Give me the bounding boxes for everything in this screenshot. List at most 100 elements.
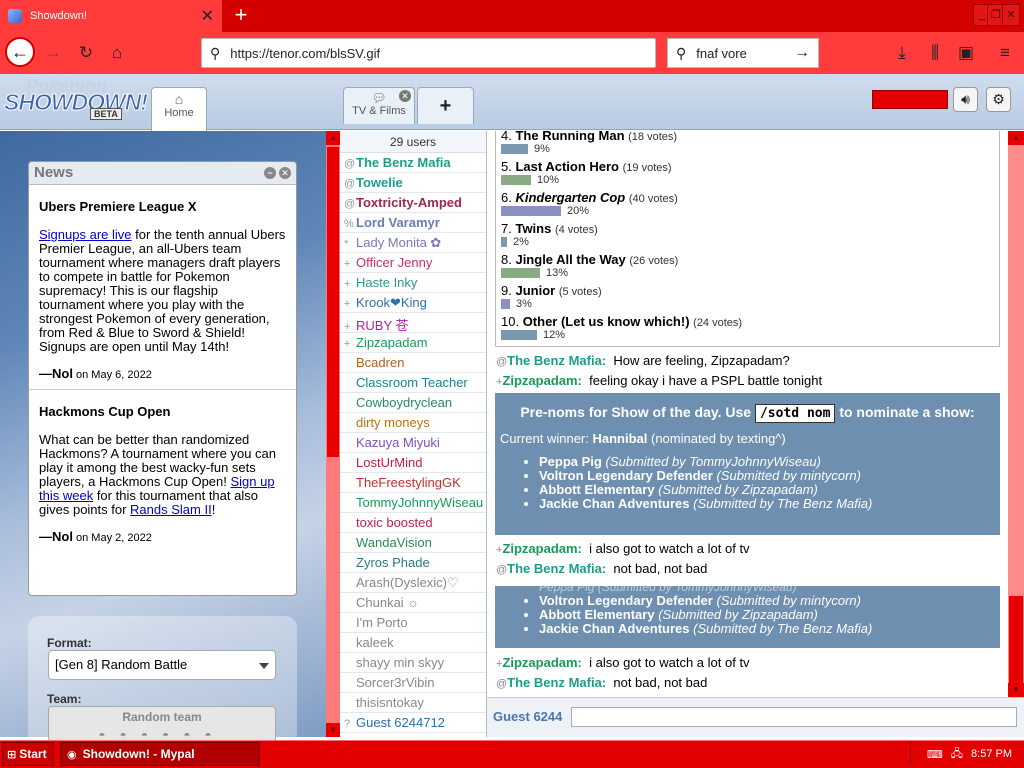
scroll-thumb[interactable] [327, 147, 339, 457]
user-list-item[interactable]: + Zipzapadam [340, 333, 486, 353]
tab-home[interactable]: ⌂ Home [151, 87, 207, 131]
sotd-title: Pre-noms for Show of the day. Use /sotd … [520, 404, 975, 423]
chat-username[interactable]: Zipzapadam: [502, 655, 581, 670]
close-room-icon[interactable]: ✕ [399, 90, 411, 102]
scroll-down-icon[interactable]: ▼ [1008, 683, 1024, 697]
chat-scrollbar[interactable]: ▲ ▼ [1008, 131, 1024, 697]
user-rank: + [344, 321, 351, 333]
user-list-item[interactable]: dirty moneys [340, 413, 486, 433]
forward-button[interactable]: → [42, 42, 64, 64]
user-list-item[interactable]: Sorcer3rVibin [340, 673, 486, 693]
rands-slam-link[interactable]: Rands Slam II [130, 502, 212, 517]
user-list-item[interactable]: * Lady Monita ✿ [340, 233, 486, 253]
format-select[interactable]: [Gen 8] Random Battle [48, 650, 276, 680]
userlist-scrollbar[interactable]: ▲ ▼ [326, 131, 340, 737]
user-list-item[interactable]: @The Benz Mafia [340, 153, 486, 173]
user-list-item[interactable]: % Lord Varamyr [340, 213, 486, 233]
user-list-item[interactable]: @Towelie [340, 173, 486, 193]
user-list-item[interactable]: Arash(Dyslexic)♡ [340, 573, 486, 593]
home-button[interactable]: ⌂ [106, 42, 128, 64]
browser-tab[interactable]: Showdown! ✕ [0, 0, 222, 32]
close-news-icon[interactable]: ✕ [279, 167, 291, 179]
user-list-item[interactable]: kaleek [340, 633, 486, 653]
poll-bar [501, 237, 507, 247]
tab-tv-films[interactable]: 💬︎ TV & Films ✕ [343, 87, 415, 124]
minimize-news-icon[interactable]: − [264, 167, 276, 179]
poll-percent: 12% [543, 329, 566, 341]
poll-option: 5. Last Action Hero (19 votes) [501, 159, 672, 174]
pokemon-showdown-logo[interactable]: Pokémon SHOWDOWN! BETA [3, 76, 149, 120]
new-tab-button[interactable]: + [230, 4, 252, 26]
poll-bar [501, 175, 531, 185]
go-arrow-icon[interactable]: → [794, 44, 810, 62]
search-bar[interactable]: ⚲ fnaf vore → [667, 38, 819, 68]
user-list-item[interactable]: Kazuya Miyuki [340, 433, 486, 453]
user-name: Cowboydryclean [356, 395, 453, 410]
menu-icon[interactable]: ≡ [994, 42, 1016, 64]
nomination-list: Voltron Legendary Defender (Submitted by… [539, 594, 1000, 636]
chat-username[interactable]: The Benz Mafia: [507, 353, 606, 368]
article-heading: Ubers Premiere League X [39, 199, 197, 214]
network-icon[interactable]: 🖧︎ [951, 745, 963, 764]
sound-button[interactable]: 🔊︎ [953, 87, 978, 112]
poll-percent: 2% [513, 236, 529, 248]
chat-message: @The Benz Mafia: not bad, not bad [496, 561, 708, 576]
close-tab-icon[interactable]: ✕ [201, 6, 214, 26]
scroll-up-icon[interactable]: ▲ [326, 131, 340, 145]
poll-percent: 20% [567, 205, 590, 217]
user-list-item[interactable]: LostUrMind [340, 453, 486, 473]
chat-username[interactable]: Zipzapadam: [502, 541, 581, 556]
scroll-down-icon[interactable]: ▼ [326, 723, 340, 737]
chat-username[interactable]: Zipzapadam: [502, 373, 581, 388]
chat-log: 4. The Running Man (18 votes) 9% 5. Last A… [487, 131, 1007, 697]
close-window-button[interactable]: ✕ [1002, 4, 1020, 26]
back-button[interactable]: ← [5, 37, 35, 67]
user-list-item[interactable]: + Officer Jenny [340, 253, 486, 273]
user-list-item[interactable]: TheFreestylingGK [340, 473, 486, 493]
poll-bar [501, 144, 528, 154]
scroll-thumb[interactable] [1009, 596, 1023, 684]
keyboard-icon[interactable]: ⌨ [927, 748, 943, 761]
reload-button[interactable]: ↻ [75, 42, 97, 64]
user-list-item[interactable]: thisisntokay [340, 693, 486, 713]
user-list-item[interactable]: + RUBY 苍 [340, 313, 486, 333]
user-list-item[interactable]: + Krook❤King [340, 293, 486, 313]
user-name: thisisntokay [356, 695, 424, 710]
user-list-item[interactable]: shayy min skyy [340, 653, 486, 673]
chat-username[interactable]: The Benz Mafia: [507, 561, 606, 576]
user-list-item[interactable]: Cowboydryclean [340, 393, 486, 413]
poll-option-title: Other (Let us know which!) [522, 314, 690, 329]
signup-link[interactable]: Signups are live [39, 227, 132, 242]
chat-input-row: Guest 6244 [487, 697, 1024, 737]
settings-button[interactable]: ⚙ [986, 87, 1011, 112]
user-list-item[interactable]: WandaVision [340, 533, 486, 553]
chat-input[interactable] [571, 707, 1017, 727]
poll-percent: 13% [546, 267, 569, 279]
user-list-item[interactable]: Chunkai ☼ [340, 593, 486, 613]
login-button[interactable] [872, 90, 948, 109]
user-list-item[interactable]: Zyros Phade [340, 553, 486, 573]
add-room-button[interactable]: + [417, 87, 474, 124]
scroll-up-icon[interactable]: ▲ [1008, 131, 1024, 145]
user-list-item[interactable]: ? Guest 6244712 [340, 713, 486, 733]
start-button[interactable]: ⊞ Start [2, 742, 54, 766]
user-name: toxic boosted [356, 515, 433, 530]
user-list-item[interactable]: + Haste Inky [340, 273, 486, 293]
taskbar-window-button[interactable]: ◉ Showdown! - Mypal [60, 742, 260, 766]
user-name: Guest 6244712 [356, 715, 445, 730]
user-list-item[interactable]: Bcadren [340, 353, 486, 373]
chat-username[interactable]: The Benz Mafia: [507, 675, 606, 690]
address-bar[interactable]: ⚲ https://tenor.com/blsSV.gif [201, 38, 656, 68]
current-username[interactable]: Guest 6244 [493, 709, 562, 724]
library-icon[interactable]: ⫼ [924, 42, 946, 64]
team-select[interactable]: Random team ◓◓◓◓◓◓ [48, 706, 276, 742]
downloads-icon[interactable]: ⤓ [891, 42, 913, 64]
user-list-item[interactable]: TommyJohnnyWiseau [340, 493, 486, 513]
user-list-item[interactable]: I'm Porto [340, 613, 486, 633]
poll-percent: 3% [516, 298, 532, 310]
sidebar-icon[interactable]: ▣ [955, 42, 977, 64]
user-list-item[interactable]: Classroom Teacher [340, 373, 486, 393]
user-list-item[interactable]: toxic boosted [340, 513, 486, 533]
user-name: RUBY 苍 [356, 318, 409, 333]
user-list-item[interactable]: @Toxtricity-Amped [340, 193, 486, 213]
